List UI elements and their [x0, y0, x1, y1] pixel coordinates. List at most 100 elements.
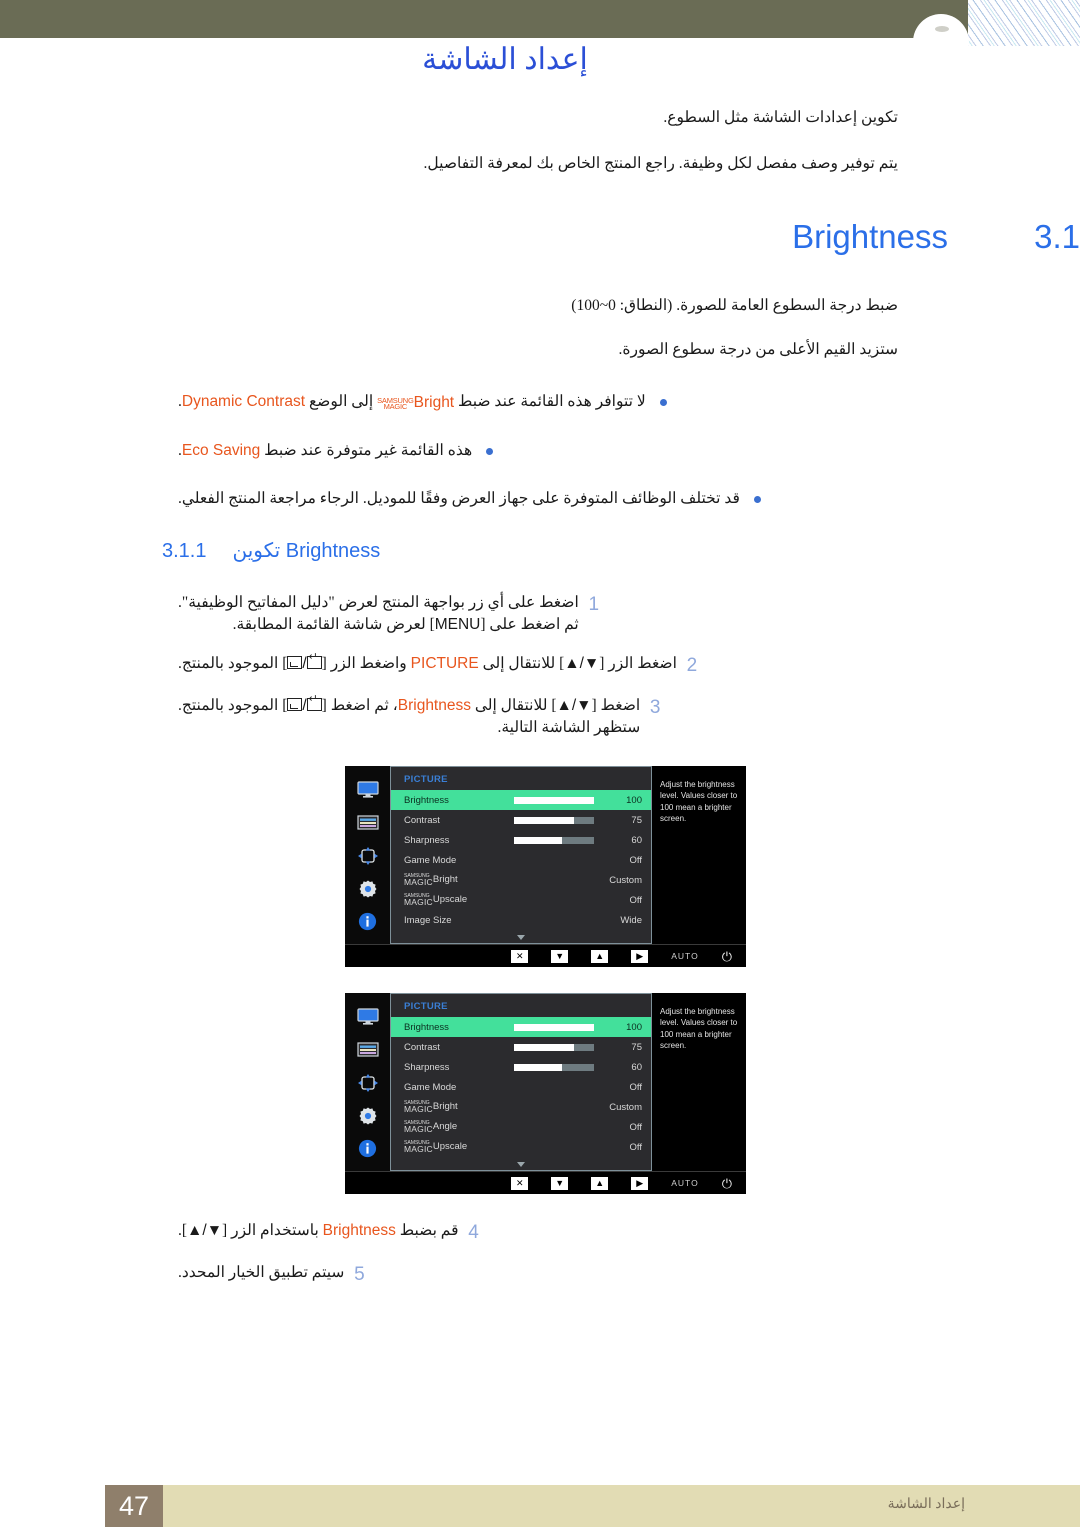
step-3-line-2: ستظهر الشاشة التالية.	[497, 719, 641, 737]
osd-row-image-size[interactable]: Image Size Wide	[391, 910, 651, 930]
osd-screenshot-2: PICTURE Brightness 100 Contrast 75 Sharp…	[345, 993, 746, 1194]
osd-row-magic-bright[interactable]: SAMSUNG MAGIC Bright Custom	[391, 1097, 651, 1117]
step-2-b: ] للانتقال إلى	[482, 654, 565, 672]
step-4-c: ].	[178, 1222, 188, 1239]
section-description-2: ستزيد القيم الأعلى من درجة سطوع الصورة.	[618, 341, 898, 358]
contrast-slider[interactable]	[514, 1043, 594, 1051]
arrow-up-icon[interactable]: ▲	[591, 1176, 609, 1190]
scroll-down-arrow-icon[interactable]	[517, 1162, 525, 1167]
osd-row-magic-angle[interactable]: SAMSUNG MAGIC Angle Off	[391, 1117, 651, 1137]
menu-key-label: MENU	[434, 616, 481, 634]
step-2-c: واضغط الزر [	[321, 654, 407, 672]
osd-row-value: Off	[629, 1121, 643, 1133]
osd-row-value: Off	[629, 1141, 643, 1153]
samsung-magic-logo: SAMSUNG MAGIC	[404, 1141, 433, 1154]
osd-row-label: Brightness	[404, 1021, 449, 1033]
bullet-dot-icon	[486, 448, 494, 456]
arrow-up-icon[interactable]: ▲	[591, 949, 609, 963]
osd-row-label: Game Mode	[404, 854, 457, 866]
bullet-1-pre: لا تتوافر هذه القائمة عند ضبط	[458, 393, 646, 410]
osd-row-value: 75	[631, 1041, 642, 1053]
contrast-slider[interactable]	[514, 816, 594, 824]
brightness-slider[interactable]	[514, 1023, 594, 1031]
osd-row-label: Contrast	[404, 1041, 440, 1053]
page-title: إعداد الشاشة	[422, 43, 588, 76]
osd-row-brightness[interactable]: Brightness 100	[391, 1017, 651, 1037]
magic-line-2: MAGIC	[404, 1123, 433, 1134]
arrow-right-icon[interactable]: ▶	[631, 949, 649, 963]
osd-row-value: Off	[629, 1081, 643, 1093]
power-icon[interactable]: ⏻	[722, 1177, 732, 1190]
close-icon[interactable]: ✕	[511, 1176, 529, 1190]
sharpness-slider[interactable]	[514, 836, 594, 844]
sharpness-slider[interactable]	[514, 1063, 594, 1071]
footer-bar: 47 إعداد الشاشة	[105, 1485, 1080, 1527]
osd-row-suffix: Angle	[432, 1121, 458, 1133]
magic-line-2: MAGIC	[404, 1143, 433, 1154]
bullet-1-term: Dynamic Contrast	[181, 393, 306, 410]
step-2-a: اضغط الزر [	[599, 654, 677, 672]
osd-row-label: SAMSUNG MAGIC Bright	[404, 874, 608, 886]
osd-row-magic-upscale[interactable]: SAMSUNG MAGIC Upscale Off	[391, 1137, 651, 1157]
note-bullet-text: لا تتوافر هذه القائمة عند ضبط SAMSUNG MAG…	[178, 390, 646, 414]
section-description-1: ضبط درجة السطوع العامة للصورة. (النطاق: …	[571, 297, 898, 314]
arrow-down-icon[interactable]: ▼	[551, 949, 569, 963]
osd-row-sharpness[interactable]: Sharpness 60	[391, 1057, 651, 1077]
osd-row-game-mode[interactable]: Game Mode Off	[391, 850, 651, 870]
step-1-line-1: اضغط على أي زر بواجهة المنتج لعرض "دليل …	[178, 594, 579, 611]
section-heading-number: 3.1	[1034, 218, 1080, 255]
osd-row-value: 60	[631, 834, 642, 846]
step-4-a: قم بضبط	[399, 1222, 459, 1239]
osd-row-suffix: Bright	[432, 874, 458, 886]
osd-row-label: SAMSUNG MAGIC Bright	[404, 1101, 608, 1114]
note-bullet-text: قد تختلف الوظائف المتوفرة على جهاز العرض…	[178, 490, 740, 508]
osd-menu-title: PICTURE	[404, 774, 448, 785]
step-4-term: Brightness	[322, 1222, 396, 1239]
info-icon	[356, 912, 380, 931]
step-text: اضغط الزر [▲/▼] للانتقال إلى PICTURE واض…	[178, 652, 677, 675]
header-circle-inner-decoration	[935, 26, 949, 32]
osd-row-magic-bright[interactable]: SAMSUNG MAGIC Bright Custom	[391, 870, 651, 890]
bullet-2-pre: هذه القائمة غير متوفرة عند ضبط	[264, 442, 473, 460]
osd-row-sharpness[interactable]: Sharpness 60	[391, 830, 651, 850]
osd-row-label: Brightness	[404, 794, 449, 806]
osd-row-magic-upscale[interactable]: SAMSUNG MAGIC Upscale Off	[391, 890, 651, 910]
scroll-down-arrow-icon[interactable]	[517, 935, 525, 940]
header-hatch-decoration	[968, 0, 1080, 46]
auto-button-label[interactable]: AUTO	[671, 951, 698, 961]
osd-row-value: 60	[631, 1061, 642, 1073]
osd-menu-panel: PICTURE Brightness 100 Contrast 75 Sharp…	[390, 993, 652, 1171]
osd-row-contrast[interactable]: Contrast 75	[391, 1037, 651, 1057]
osd-row-brightness[interactable]: Brightness 100	[391, 790, 651, 810]
subsection-label-ar: تكوين	[232, 540, 281, 562]
osd-sidebar	[345, 993, 390, 1171]
osd-row-label: SAMSUNG MAGIC Upscale	[404, 894, 608, 906]
osd-row-game-mode[interactable]: Game Mode Off	[391, 1077, 651, 1097]
close-icon[interactable]: ✕	[511, 949, 529, 963]
osd-help-text: Adjust the brightness level. Values clos…	[652, 766, 746, 944]
note-bullet-item: قد تختلف الوظائف المتوفرة على جهاز العرض…	[178, 487, 898, 510]
intro-paragraph-1: تكوين إعدادات الشاشة مثل السطوع.	[663, 109, 898, 126]
osd-row-label: SAMSUNG MAGIC Upscale	[404, 1141, 608, 1154]
auto-button-label[interactable]: AUTO	[671, 1178, 698, 1188]
osd-row-value: 100	[626, 1021, 642, 1033]
step-4-b: باستخدام الزر [	[222, 1222, 319, 1239]
footer-chapter-label: إعداد الشاشة	[887, 1497, 965, 1512]
back-enter-key-icons: /	[287, 652, 322, 675]
subsection-heading-text: Brightness تكوين	[232, 538, 380, 563]
osd-row-value: Wide	[620, 914, 642, 926]
note-bullet-list: لا تتوافر هذه القائمة عند ضبط SAMSUNG MAG…	[178, 390, 898, 536]
magic-line-2: MAGIC	[404, 1103, 433, 1114]
arrow-down-icon[interactable]: ▼	[551, 1176, 569, 1190]
four-way-arrows-icon	[356, 846, 380, 865]
brightness-slider[interactable]	[514, 796, 594, 804]
osd-row-contrast[interactable]: Contrast 75	[391, 810, 651, 830]
osd-screenshot-1: PICTURE Brightness 100 Contrast 75 Sharp…	[345, 766, 746, 967]
arrow-right-icon[interactable]: ▶	[631, 1176, 649, 1190]
osd-row-suffix: Upscale	[432, 1141, 468, 1153]
step-item: 4 قم بضبط Brightness باستخدام الزر [▲/▼]…	[178, 1220, 898, 1246]
osd-row-suffix: Upscale	[432, 894, 468, 906]
power-icon[interactable]: ⏻	[722, 950, 732, 963]
step-text: سيتم تطبيق الخيار المحدد.	[178, 1263, 345, 1281]
note-bullet-item: لا تتوافر هذه القائمة عند ضبط SAMSUNG MAG…	[178, 390, 898, 414]
